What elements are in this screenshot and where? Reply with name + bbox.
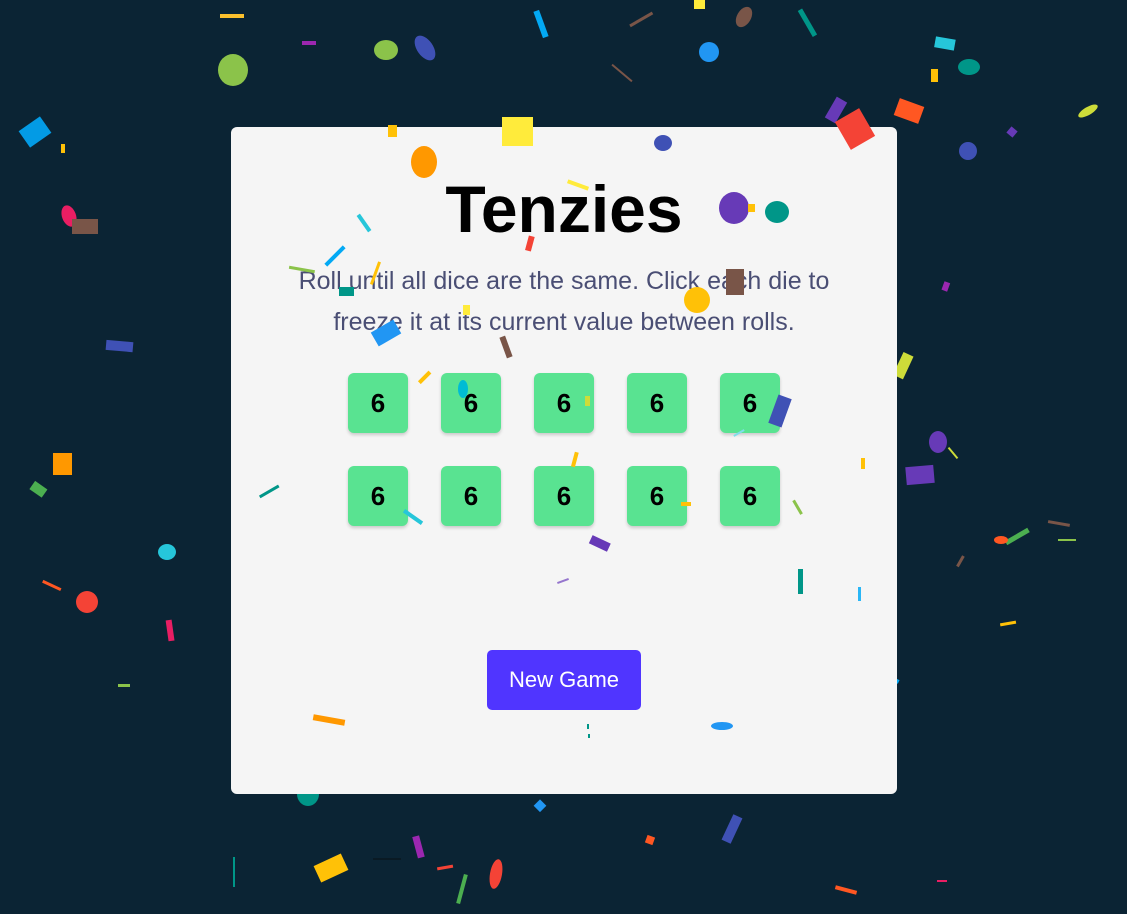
confetti-piece xyxy=(373,858,401,860)
confetti-piece xyxy=(1047,520,1071,527)
page-title: Tenzies xyxy=(445,172,683,246)
confetti-piece xyxy=(218,54,248,86)
die[interactable]: 6 xyxy=(720,466,780,526)
die[interactable]: 6 xyxy=(441,466,501,526)
confetti-piece xyxy=(456,873,468,905)
confetti-piece xyxy=(905,464,935,486)
die[interactable]: 6 xyxy=(534,373,594,433)
confetti-piece xyxy=(489,859,503,889)
confetti-piece xyxy=(929,431,947,453)
confetti-piece xyxy=(53,453,72,475)
confetti-piece xyxy=(61,144,65,153)
confetti-piece xyxy=(797,8,818,37)
confetti-piece xyxy=(1006,126,1018,138)
confetti-piece xyxy=(644,834,656,846)
confetti-piece xyxy=(735,6,753,28)
confetti-piece xyxy=(412,835,425,859)
confetti-piece xyxy=(824,96,848,124)
confetti-piece xyxy=(220,14,244,18)
confetti-piece xyxy=(72,219,98,234)
confetti-piece xyxy=(76,591,98,613)
confetti-piece xyxy=(118,684,130,687)
die[interactable]: 6 xyxy=(720,373,780,433)
die[interactable]: 6 xyxy=(627,466,687,526)
confetti-piece xyxy=(958,59,980,75)
die[interactable]: 6 xyxy=(627,373,687,433)
confetti-piece xyxy=(934,36,956,51)
confetti-piece xyxy=(414,35,436,61)
die[interactable]: 6 xyxy=(534,466,594,526)
confetti-piece xyxy=(834,885,858,895)
confetti-piece xyxy=(533,9,549,39)
confetti-piece xyxy=(533,799,547,813)
new-game-button[interactable]: New Game xyxy=(487,650,641,710)
confetti-piece xyxy=(105,339,134,353)
confetti-piece xyxy=(999,620,1017,627)
confetti-piece xyxy=(956,555,965,568)
dice-grid: 6 6 6 6 6 6 6 6 6 6 xyxy=(348,373,780,526)
confetti-piece xyxy=(158,544,176,560)
confetti-piece xyxy=(893,98,925,124)
confetti-piece xyxy=(699,42,719,62)
confetti-piece xyxy=(994,536,1008,544)
confetti-piece xyxy=(941,281,951,292)
app-stage: Tenzies Roll until all dice are the same… xyxy=(0,0,1127,914)
die[interactable]: 6 xyxy=(348,373,408,433)
confetti-piece xyxy=(374,40,398,60)
confetti-piece xyxy=(1058,539,1076,541)
confetti-piece xyxy=(1078,104,1098,118)
confetti-piece xyxy=(629,11,654,28)
confetti-piece xyxy=(1004,527,1030,546)
confetti-piece xyxy=(937,880,947,882)
confetti-piece xyxy=(18,116,52,148)
confetti-piece xyxy=(302,41,316,45)
confetti-piece xyxy=(61,205,77,227)
confetti-piece xyxy=(436,864,454,871)
confetti-piece xyxy=(42,579,62,592)
confetti-piece xyxy=(694,0,705,9)
confetti-piece xyxy=(29,480,48,498)
confetti-piece xyxy=(959,142,977,160)
confetti-piece xyxy=(721,814,743,844)
confetti-piece xyxy=(233,857,235,887)
instructions-text: Roll until all dice are the same. Click … xyxy=(298,267,830,336)
die[interactable]: 6 xyxy=(348,466,408,526)
game-card: Tenzies Roll until all dice are the same… xyxy=(231,127,897,794)
confetti-piece xyxy=(931,69,938,82)
confetti-piece xyxy=(313,853,349,883)
die[interactable]: 6 xyxy=(441,373,501,433)
confetti-piece xyxy=(611,63,633,83)
confetti-piece xyxy=(947,446,959,460)
confetti-piece xyxy=(165,619,175,642)
